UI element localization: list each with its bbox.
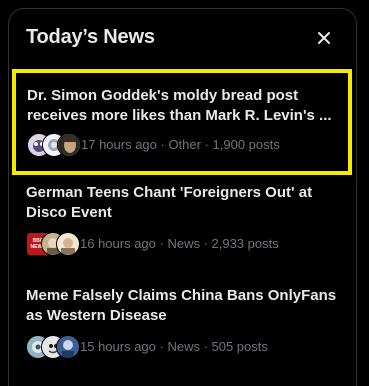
avatar [57,133,81,157]
news-item[interactable]: Meme Falsely Claims China Bans OnlyFans … [9,286,356,366]
news-headline: German Teens Chant 'Foreigners Out' at D… [26,183,340,223]
news-meta: 17 hours ago · Other · 1,900 posts [27,133,338,157]
news-meta-text: 17 hours ago · Other · 1,900 posts [81,137,280,152]
headline-line-1: Dr. Simon Goddek's moldy bread post [27,87,299,104]
panel-title: Today’s News [26,26,155,48]
news-meta-text: 15 hours ago · News · 505 posts [80,339,268,354]
avatar-stack [27,133,81,157]
panel-header: Today’s News [9,9,356,65]
avatar [56,232,80,256]
avatar-stack: BBC NEWS [26,232,80,256]
todays-news-panel: Today’s News Dr. Simon Goddek's moldy br… [8,8,357,386]
close-button[interactable] [312,26,336,50]
headline-line-1: German Teens Chant 'Foreigners Out' at [26,184,313,201]
news-headline: Dr. Simon Goddek's moldy bread post rece… [27,86,338,126]
headline-line-2: as Western Disease [26,307,167,324]
avatar-stack [26,335,80,359]
headline-line-1: Meme Falsely Claims China Bans OnlyFans [26,287,337,304]
news-item[interactable]: Dr. Simon Goddek's moldy bread post rece… [12,69,352,175]
headline-line-2: Disco Event [26,204,112,221]
headline-line-2: receives more likes than Mark R. Levin's… [27,107,332,124]
news-meta: 15 hours ago · News · 505 posts [26,335,340,359]
news-headline: Meme Falsely Claims China Bans OnlyFans … [26,286,340,326]
news-meta: BBC NEWS 16 hours ago · News · 2,933 pos… [26,232,340,256]
avatar [56,335,80,359]
close-icon [318,32,330,44]
news-item[interactable]: German Teens Chant 'Foreigners Out' at D… [9,183,356,263]
news-meta-text: 16 hours ago · News · 2,933 posts [80,236,279,251]
